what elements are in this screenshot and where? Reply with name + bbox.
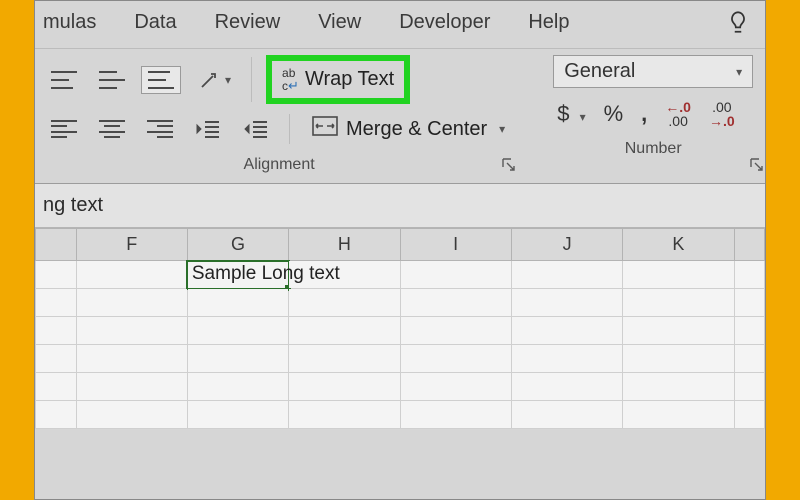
- alignment-dialog-launcher[interactable]: [501, 157, 517, 178]
- grid-row[interactable]: [36, 401, 765, 429]
- chevron-down-icon: ▾: [499, 122, 505, 136]
- formula-bar[interactable]: ng text: [35, 184, 765, 228]
- valign-top-button[interactable]: [45, 67, 83, 93]
- separator: [251, 57, 252, 102]
- formula-bar-text: ng text: [43, 194, 103, 216]
- group-number: General ▾ $ ▾ % , ←.0.00 .00→.0 Number: [535, 55, 766, 180]
- grid-row[interactable]: Sample Long text: [36, 261, 765, 289]
- comma-style-button[interactable]: ,: [641, 101, 647, 127]
- decrease-decimal-button[interactable]: .00→.0: [709, 100, 735, 128]
- col-header-k[interactable]: K: [623, 229, 734, 261]
- increase-indent-button[interactable]: [237, 115, 275, 143]
- increase-decimal-button[interactable]: ←.0.00: [665, 100, 691, 128]
- valign-middle-button[interactable]: [93, 67, 131, 93]
- chevron-down-icon: ▾: [736, 65, 742, 79]
- halign-right-button[interactable]: [141, 116, 179, 142]
- group-label-alignment: Alignment: [244, 156, 315, 178]
- worksheet-grid[interactable]: F G H I J K Sample Long text: [35, 228, 765, 429]
- number-dialog-launcher[interactable]: [749, 157, 765, 178]
- grid-row[interactable]: [36, 317, 765, 345]
- col-header-g[interactable]: G: [187, 229, 288, 261]
- merge-icon: [312, 116, 338, 142]
- number-format-dropdown[interactable]: General ▾: [553, 55, 753, 88]
- tab-developer[interactable]: Developer: [399, 11, 490, 34]
- tab-view[interactable]: View: [318, 11, 361, 34]
- col-header[interactable]: [36, 229, 77, 261]
- tab-help[interactable]: Help: [528, 11, 569, 34]
- merge-center-button[interactable]: Merge & Center ▾: [304, 112, 513, 146]
- halign-left-button[interactable]: [45, 116, 83, 142]
- grid-row[interactable]: [36, 373, 765, 401]
- col-header-j[interactable]: J: [511, 229, 622, 261]
- grid-row[interactable]: [36, 345, 765, 373]
- wrap-text-label: Wrap Text: [305, 68, 394, 91]
- ribbon-tabs: mulas Data Review View Developer Help: [35, 1, 765, 49]
- orientation-button[interactable]: ▾: [191, 64, 237, 96]
- col-header-i[interactable]: I: [400, 229, 511, 261]
- merge-center-label: Merge & Center: [346, 118, 487, 141]
- wrap-text-icon: abc↵: [282, 67, 299, 92]
- decrease-indent-button[interactable]: [189, 115, 227, 143]
- selected-cell[interactable]: Sample Long text: [187, 261, 288, 289]
- tell-me-icon[interactable]: [725, 9, 751, 41]
- col-header-f[interactable]: F: [76, 229, 187, 261]
- tab-formulas[interactable]: mulas: [43, 11, 96, 34]
- col-header[interactable]: [734, 229, 764, 261]
- column-headers[interactable]: F G H I J K: [36, 229, 765, 261]
- valign-bottom-button[interactable]: [141, 66, 181, 94]
- number-format-value: General: [564, 60, 635, 83]
- halign-center-button[interactable]: [93, 116, 131, 142]
- col-header-h[interactable]: H: [289, 229, 400, 261]
- cell-value: Sample Long text: [192, 263, 340, 285]
- grid-row[interactable]: [36, 289, 765, 317]
- tab-review[interactable]: Review: [215, 11, 281, 34]
- wrap-text-button[interactable]: abc↵ Wrap Text: [266, 55, 410, 104]
- percent-button[interactable]: %: [604, 101, 624, 127]
- separator: [289, 114, 290, 144]
- group-alignment: ▾ abc↵ Wrap Text: [35, 55, 523, 180]
- ribbon: ▾ abc↵ Wrap Text: [35, 49, 765, 180]
- group-label-number: Number: [625, 140, 682, 162]
- excel-window: mulas Data Review View Developer Help ▾: [34, 0, 766, 500]
- tab-data[interactable]: Data: [134, 11, 176, 34]
- currency-button[interactable]: $ ▾: [557, 101, 585, 127]
